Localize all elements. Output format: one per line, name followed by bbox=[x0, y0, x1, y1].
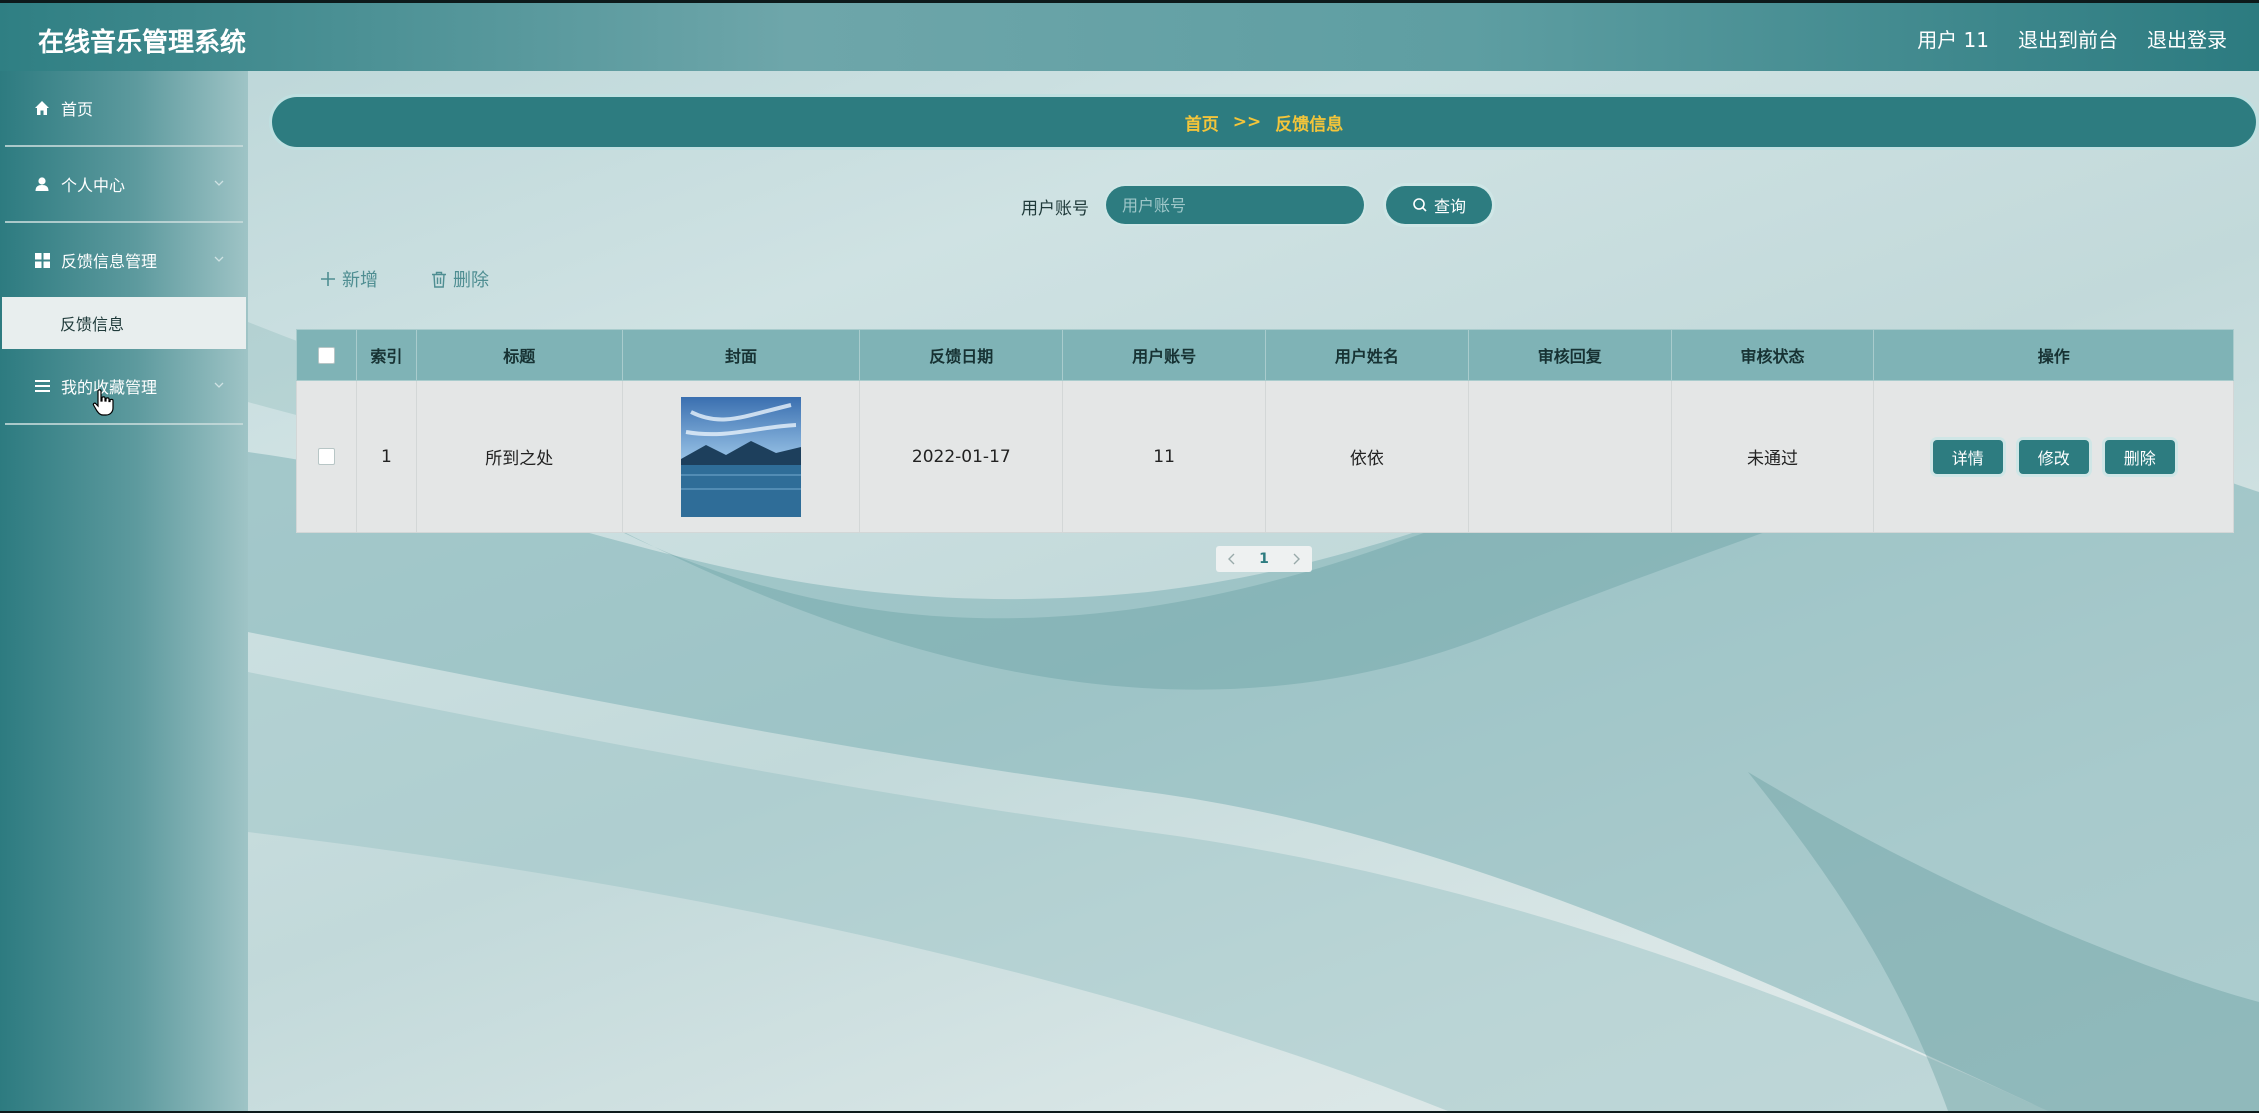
breadcrumb-current: 反馈信息 bbox=[1275, 114, 1344, 135]
reply-cell bbox=[1469, 381, 1672, 532]
top-header: 在线音乐管理系统 用户 11 退出到前台 退出登录 bbox=[0, 3, 2259, 71]
account-cell: 11 bbox=[1063, 381, 1266, 532]
app-title: 在线音乐管理系统 bbox=[38, 28, 247, 58]
sidebar-item-home[interactable]: 首页 bbox=[5, 71, 243, 145]
breadcrumb-home-link[interactable]: 首页 bbox=[1185, 110, 1219, 135]
query-button[interactable]: 查询 bbox=[1386, 186, 1492, 224]
search-label: 用户账号 bbox=[1021, 199, 1089, 219]
actions-cell: 详情 修改 删除 bbox=[1874, 381, 2233, 532]
column-header: 审核状态 bbox=[1672, 330, 1875, 380]
user-icon bbox=[33, 175, 51, 193]
sidebar-item-feedback-management[interactable]: 反馈信息管理 bbox=[5, 223, 243, 297]
sidebar-item-label: 反馈信息管理 bbox=[61, 252, 158, 271]
logout-link[interactable]: 退出登录 bbox=[2147, 24, 2227, 53]
column-header: 反馈日期 bbox=[860, 330, 1064, 380]
current-user-link[interactable]: 用户 11 bbox=[1917, 24, 1989, 53]
pagination: 1 bbox=[1216, 546, 1312, 572]
exit-to-front-link[interactable]: 退出到前台 bbox=[2018, 24, 2118, 53]
title-cell: 所到之处 bbox=[417, 381, 623, 532]
sidebar-item-label: 个人中心 bbox=[61, 176, 126, 195]
sidebar-divider bbox=[5, 423, 243, 425]
table-row: 1 所到之处 2022-01-17 11 依依 未通过 详情 修改 删除 bbox=[296, 381, 2234, 533]
sidebar-item-personal-center[interactable]: 个人中心 bbox=[5, 147, 243, 221]
background-wave-image bbox=[248, 322, 2259, 1111]
chevron-left-icon bbox=[1228, 553, 1235, 565]
chevron-down-icon bbox=[214, 382, 224, 388]
header-links: 用户 11 退出到前台 退出登录 bbox=[1917, 24, 2227, 53]
cover-cell bbox=[623, 381, 861, 532]
date-cell: 2022-01-17 bbox=[860, 381, 1064, 532]
search-icon bbox=[1413, 198, 1427, 212]
add-button-label: 新增 bbox=[342, 270, 378, 291]
index-cell: 1 bbox=[357, 381, 417, 532]
home-icon bbox=[33, 99, 51, 117]
sidebar-item-favorites-management[interactable]: 我的收藏管理 bbox=[5, 349, 243, 423]
edit-button[interactable]: 修改 bbox=[2018, 439, 2089, 474]
app-frame: 在线音乐管理系统 用户 11 退出到前台 退出登录 首页 个人中心 反馈信息管理… bbox=[0, 3, 2259, 1111]
column-header: 索引 bbox=[357, 330, 417, 380]
column-header: 用户账号 bbox=[1063, 330, 1266, 380]
delete-button[interactable]: 删除 bbox=[2104, 439, 2175, 474]
sidebar-item-label: 首页 bbox=[61, 100, 94, 119]
add-button[interactable]: 新增 bbox=[320, 266, 378, 292]
feedback-table: 索引 标题 封面 反馈日期 用户账号 用户姓名 审核回复 审核状态 操作 1 所… bbox=[296, 329, 2234, 533]
batch-delete-button[interactable]: 删除 bbox=[431, 266, 489, 292]
column-header: 用户姓名 bbox=[1266, 330, 1469, 380]
plus-icon bbox=[321, 272, 335, 286]
row-checkbox[interactable] bbox=[317, 448, 335, 465]
detail-button[interactable]: 详情 bbox=[1932, 439, 2003, 474]
query-button-label: 查询 bbox=[1433, 197, 1466, 216]
name-cell: 依依 bbox=[1266, 381, 1469, 532]
status-cell: 未通过 bbox=[1672, 381, 1875, 532]
chevron-down-icon bbox=[214, 180, 224, 186]
trash-icon bbox=[432, 271, 446, 288]
breadcrumb-separator: >> bbox=[1232, 112, 1262, 132]
column-header: 操作 bbox=[2037, 347, 2070, 366]
list-icon bbox=[33, 377, 51, 395]
row-select-cell bbox=[297, 381, 357, 532]
batch-delete-button-label: 删除 bbox=[453, 270, 489, 291]
column-header: 封面 bbox=[623, 330, 861, 380]
next-page-button[interactable] bbox=[1280, 546, 1312, 572]
page-number[interactable]: 1 bbox=[1248, 546, 1280, 572]
search-input[interactable] bbox=[1106, 186, 1364, 224]
select-all-checkbox[interactable] bbox=[317, 346, 335, 364]
sidebar: 首页 个人中心 反馈信息管理 反馈信息 我的收藏管理 bbox=[0, 71, 248, 1111]
breadcrumb: 首页 >> 反馈信息 bbox=[272, 97, 2256, 147]
chevron-right-icon bbox=[1293, 553, 1300, 565]
mouse-cursor-hand-icon bbox=[92, 389, 114, 416]
grid-icon bbox=[33, 251, 51, 269]
sidebar-subitem-feedback[interactable]: 反馈信息 bbox=[2, 297, 246, 349]
column-header: 标题 bbox=[417, 330, 623, 380]
cover-image[interactable] bbox=[681, 396, 802, 517]
column-header: 审核回复 bbox=[1469, 330, 1672, 380]
prev-page-button[interactable] bbox=[1216, 546, 1248, 572]
chevron-down-icon bbox=[214, 256, 224, 262]
header-select-all-cell bbox=[297, 330, 357, 380]
table-header: 索引 标题 封面 反馈日期 用户账号 用户姓名 审核回复 审核状态 操作 bbox=[296, 329, 2234, 381]
